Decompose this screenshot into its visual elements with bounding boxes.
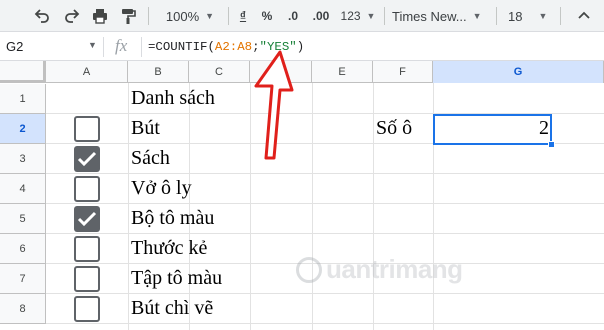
column-gridline (373, 83, 374, 330)
checkbox-a7[interactable] (74, 266, 100, 292)
collapse-toolbar-icon[interactable] (572, 0, 596, 32)
toolbar-divider (496, 7, 497, 25)
toolbar: 100% ▼ ₫ % .0 .00 123 ▼ Times New... ▼ 18 ▼ (0, 0, 604, 32)
percent-format-button[interactable]: % (257, 0, 277, 32)
cell-f2[interactable]: Số ô (376, 117, 412, 140)
font-size-value: 18 (508, 8, 523, 24)
select-all-corner[interactable] (0, 61, 46, 83)
sheet-row (46, 204, 604, 234)
checkbox-a3[interactable] (74, 146, 100, 172)
column-header-c[interactable]: C (189, 61, 250, 83)
watermark-logo-icon (296, 256, 322, 283)
more-formats-label: 123 (340, 9, 361, 23)
print-icon[interactable] (88, 0, 112, 32)
chevron-down-icon: ▼ (366, 11, 376, 21)
currency-format-button[interactable]: ₫ (233, 0, 253, 32)
cell-b2[interactable]: Bút (131, 117, 160, 140)
font-size-select[interactable]: 18 ▼ (502, 0, 552, 32)
row-header-6[interactable]: 6 (0, 234, 46, 264)
checkmark-icon (77, 151, 97, 167)
sheet-row (46, 174, 604, 204)
chevron-down-icon: ▼ (205, 11, 215, 21)
cell-b4[interactable]: Vở ô ly (131, 177, 192, 200)
row-header-5[interactable]: 5 (0, 204, 46, 234)
formula-function: =COUNTIF( (148, 40, 215, 54)
font-name: Times New... (392, 8, 467, 24)
watermark: uantrimang (296, 254, 463, 285)
column-header-a[interactable]: A (46, 61, 128, 83)
row-header-2[interactable]: 2 (0, 114, 46, 144)
fill-handle[interactable] (548, 141, 555, 148)
checkbox-a4[interactable] (74, 176, 100, 202)
cell-b5[interactable]: Bộ tô màu (131, 207, 214, 230)
selected-cell-outline (433, 114, 552, 145)
chevron-down-icon[interactable]: ▼ (88, 40, 97, 50)
formula-bar-divider (103, 37, 104, 57)
cell-b6[interactable]: Thước kẻ (131, 237, 207, 260)
annotation-arrow (254, 50, 294, 160)
chevron-down-icon: ▼ (472, 11, 482, 21)
toolbar-divider (228, 7, 229, 25)
more-formats-button[interactable]: 123 ▼ (338, 0, 378, 32)
formula-range: A2:A8 (214, 40, 253, 54)
cell-b1[interactable]: Danh sách (131, 87, 215, 110)
undo-icon[interactable] (30, 0, 54, 32)
checkbox-a2[interactable] (74, 116, 100, 142)
toolbar-divider (560, 7, 561, 25)
sheet-row (46, 294, 604, 324)
zoom-select[interactable]: 100% ▼ (156, 0, 224, 32)
redo-icon[interactable] (60, 0, 84, 32)
sheet-row (46, 144, 604, 174)
cell-b3[interactable]: Sách (131, 147, 170, 170)
paint-format-icon[interactable] (116, 0, 140, 32)
checkbox-a8[interactable] (74, 296, 100, 322)
row-header-4[interactable]: 4 (0, 174, 46, 204)
sheet-row (46, 84, 604, 114)
checkmark-icon (77, 211, 97, 227)
column-header-e[interactable]: E (312, 61, 373, 83)
decrease-decimal-button[interactable]: .0 (282, 0, 304, 32)
font-select[interactable]: Times New... ▼ (392, 0, 492, 32)
cell-b7[interactable]: Tập tô màu (131, 267, 222, 290)
zoom-value: 100% (165, 8, 200, 24)
row-header-7[interactable]: 7 (0, 264, 46, 294)
chevron-down-icon: ▼ (538, 11, 548, 21)
checkbox-a6[interactable] (74, 236, 100, 262)
name-box[interactable]: G2 (6, 39, 23, 54)
column-header-g[interactable]: G (433, 61, 604, 83)
column-gridline (312, 83, 313, 330)
cell-b8[interactable]: Bút chì vẽ (131, 297, 213, 320)
fx-icon: fx (115, 36, 128, 55)
row-header-8[interactable]: 8 (0, 294, 46, 324)
column-header-f[interactable]: F (373, 61, 433, 83)
increase-decimal-button[interactable]: .00 (309, 0, 333, 32)
column-gridline (128, 83, 129, 330)
column-header-b[interactable]: B (128, 61, 189, 83)
toolbar-divider (384, 7, 385, 25)
toolbar-divider (148, 7, 149, 25)
checkbox-a5[interactable] (74, 206, 100, 232)
row-header-3[interactable]: 3 (0, 144, 46, 174)
watermark-text: uantrimang (326, 254, 463, 284)
row-header-1[interactable]: 1 (0, 84, 46, 114)
formula-bar-divider (141, 37, 142, 57)
